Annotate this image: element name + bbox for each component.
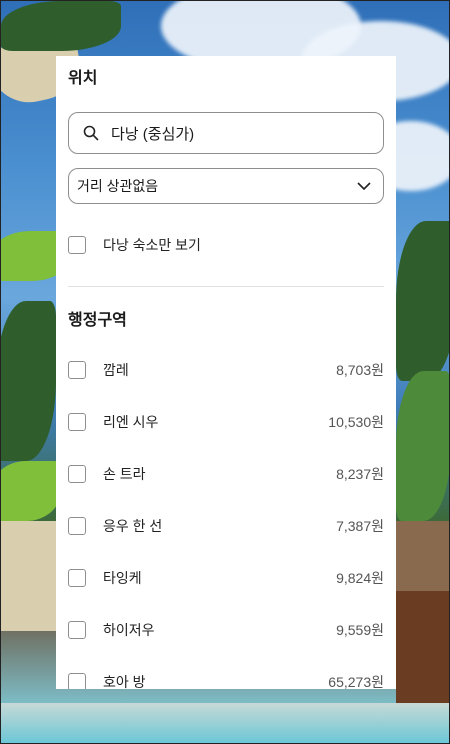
district-item[interactable]: 호아 방 65,273원 [68,672,384,689]
district-item[interactable]: 타잉케 9,824원 [68,568,384,588]
district-count: 8,703원 [336,362,384,378]
chevron-down-icon [357,182,371,191]
district-item[interactable]: 깜레 8,703원 [68,360,384,380]
only-city-checkbox[interactable] [68,236,86,254]
district-checkbox[interactable] [68,413,86,431]
screen-frame: 위치 거리 상관없음 다낭 숙소만 보기 행정구역 깜레 8,703원 [0,0,450,744]
district-count: 65,273원 [328,674,384,689]
district-item[interactable]: 리엔 시우 10,530원 [68,412,384,432]
district-count: 8,237원 [336,466,384,482]
district-checkbox[interactable] [68,569,86,587]
district-label: 응우 한 선 [103,518,163,534]
district-count: 9,824원 [336,570,384,586]
district-count: 7,387원 [336,518,384,534]
district-count: 9,559원 [336,622,384,638]
district-item[interactable]: 응우 한 선 7,387원 [68,516,384,536]
only-city-label: 다낭 숙소만 보기 [103,237,201,253]
district-checkbox[interactable] [68,621,86,639]
district-label: 타잉케 [103,570,142,586]
district-count: 10,530원 [328,414,384,430]
district-checkbox[interactable] [68,361,86,379]
district-checkbox[interactable] [68,517,86,535]
filter-panel: 위치 거리 상관없음 다낭 숙소만 보기 행정구역 깜레 8,703원 [56,56,396,689]
district-item[interactable]: 손 트라 8,237원 [68,464,384,484]
only-city-option[interactable]: 다낭 숙소만 보기 [68,235,384,255]
distance-select[interactable]: 거리 상관없음 [68,168,384,204]
location-heading: 위치 [68,70,98,87]
search-icon [83,125,99,141]
district-label: 하이저우 [103,622,155,638]
district-item[interactable]: 하이저우 9,559원 [68,620,384,640]
district-label: 리엔 시우 [103,414,159,430]
section-divider [68,286,384,287]
district-label: 호아 방 [103,674,146,689]
location-search-input[interactable] [109,123,363,143]
district-label: 손 트라 [103,466,146,482]
district-checkbox[interactable] [68,465,86,483]
district-label: 깜레 [103,362,129,378]
location-search-field[interactable] [68,112,384,154]
district-checkbox[interactable] [68,673,86,689]
distance-select-value: 거리 상관없음 [77,178,159,194]
districts-heading: 행정구역 [68,312,127,329]
